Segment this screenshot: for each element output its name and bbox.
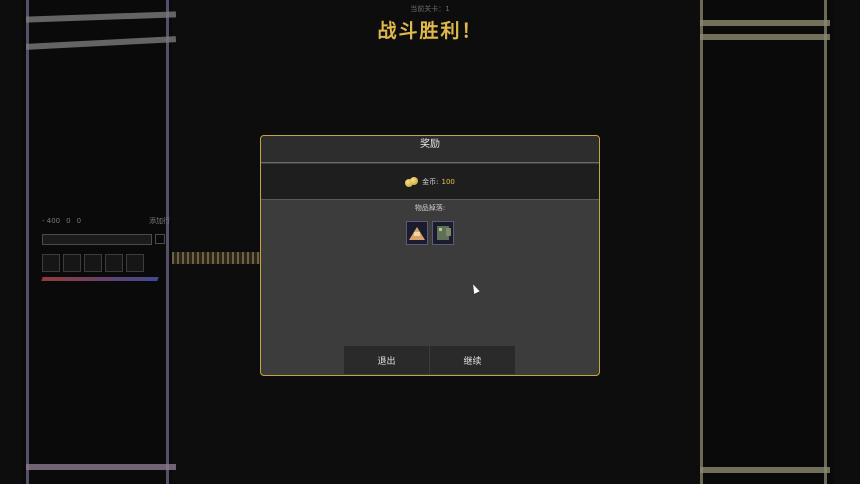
- conveyor-rope: [172, 252, 260, 264]
- hud-slot[interactable]: [126, 254, 144, 272]
- left-beam-bottom: [26, 464, 176, 470]
- hud-slot[interactable]: [105, 254, 123, 272]
- right-pole-inner: [824, 0, 827, 484]
- sand-pile-icon[interactable]: [406, 221, 428, 245]
- hud-bar-button[interactable]: [155, 234, 165, 244]
- reward-dialog: 奖励 金币: 100 物品掉落: 退出 继续: [260, 135, 600, 376]
- sand-pile-highlight: [414, 232, 420, 236]
- hud-slots: [42, 254, 170, 272]
- hud-slot[interactable]: [84, 254, 102, 272]
- machine-side: [446, 228, 451, 236]
- victory-title: 战斗胜利！: [377, 20, 483, 42]
- drop-items: [261, 221, 599, 245]
- hud-add-row-label[interactable]: 添加行: [149, 216, 170, 226]
- hud-stats: - 400 0 0 添加行: [42, 214, 170, 228]
- hud-stat-3: 0: [76, 217, 82, 225]
- dialog-title: 奖励: [261, 136, 599, 163]
- drops-label: 物品掉落:: [414, 204, 446, 212]
- exit-button[interactable]: 退出: [344, 346, 429, 374]
- hud-gradient-bar: [41, 277, 159, 281]
- stage-name: 当前关卡：1: [410, 5, 450, 13]
- player-hud: - 400 0 0 添加行: [41, 214, 170, 281]
- right-beam-bottom: [700, 467, 830, 473]
- gold-label: 金币:: [422, 177, 439, 186]
- left-pole: [26, 0, 29, 484]
- machine-light: [439, 228, 442, 231]
- gold-coin-icon: [405, 176, 419, 187]
- dialog-buttons: 退出 继续: [344, 346, 515, 374]
- machine-icon[interactable]: [432, 221, 454, 245]
- gold-amount: 100: [441, 177, 455, 186]
- hud-stat-gold: - 400: [42, 217, 61, 225]
- hud-stat-2: 0: [66, 217, 71, 225]
- right-pole: [700, 0, 703, 484]
- gold-reward-row: 金币: 100: [261, 164, 599, 200]
- hud-slot[interactable]: [42, 254, 60, 272]
- hud-progress-bar: [42, 234, 152, 245]
- continue-button[interactable]: 继续: [430, 346, 515, 374]
- hud-slot[interactable]: [63, 254, 81, 272]
- right-panel-frame: [700, 0, 834, 484]
